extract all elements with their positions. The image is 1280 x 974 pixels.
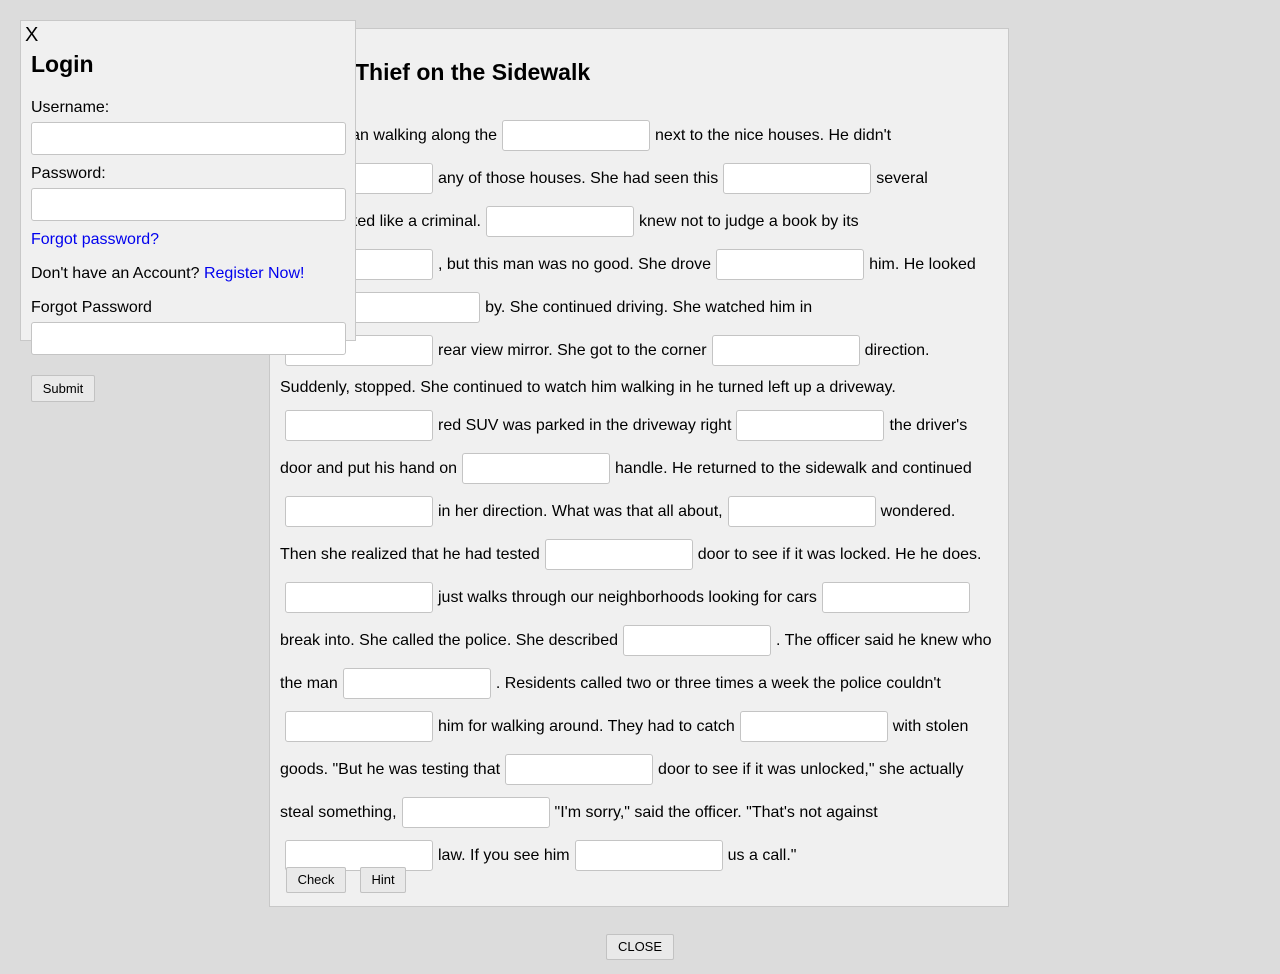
blank-input[interactable] <box>574 840 723 872</box>
exercise-text-segment: law. If you see him <box>438 847 570 864</box>
exercise-text-segment: wondered. <box>880 503 956 520</box>
blank-input[interactable] <box>711 335 860 367</box>
no-account-text: Don't have an Account? <box>31 265 200 282</box>
exercise-text-segment: him for walking around. They had to catc… <box>438 718 735 735</box>
exercise-text-segment: knew not to judge a book by its <box>638 213 859 230</box>
forgot-email-field[interactable] <box>31 322 346 355</box>
login-title: Login <box>31 51 94 77</box>
hint-button[interactable]: Hint <box>360 867 406 893</box>
blank-input[interactable] <box>623 625 771 657</box>
exercise-text-segment: in her direction. What was that all abou… <box>438 503 723 520</box>
exercise-line: goods. "But he was testing that door to s… <box>280 748 1002 791</box>
blank-input[interactable] <box>485 206 634 238</box>
exercise-text-segment: rear view mirror. She got to the corner <box>438 342 707 359</box>
blank-input[interactable] <box>285 410 433 442</box>
exercise-text-segment: by. She continued driving. She watched h… <box>485 299 813 316</box>
exercise-text-segment: handle. He returned to the sidewalk and … <box>615 460 972 477</box>
exercise-text-segment: break into. She called the police. She d… <box>280 632 618 649</box>
exercise-text-segment: , but this man was no good. She drove <box>438 256 712 273</box>
password-label: Password: <box>31 165 106 182</box>
register-link[interactable]: Register Now! <box>204 265 304 282</box>
blank-input[interactable] <box>285 496 433 528</box>
exercise-line: in her direction. What was that all abou… <box>280 490 1002 533</box>
blank-input[interactable] <box>723 163 872 195</box>
exercise-line: door and put his hand on handle. He retur… <box>280 447 1002 490</box>
exercise-line: d at the man walking along the next to th… <box>280 114 1002 157</box>
exercise-text-segment: red SUV was parked in the driveway right <box>438 417 732 434</box>
exercise-line: red SUV was parked in the driveway right… <box>280 404 1002 447</box>
exercise-line: any of those houses. She had seen this se… <box>280 157 1002 200</box>
exercise-text-segment: Suddenly, stopped. She continued to watc… <box>280 379 896 396</box>
exercise-text-segment: the driver's <box>889 417 968 434</box>
exercise-line: break into. She called the police. She d… <box>280 619 1002 662</box>
blank-input[interactable] <box>505 754 654 786</box>
exercise-text-segment: next to the nice houses. He didn't <box>655 127 892 144</box>
exercise-text-segment: door to see if it was locked. He he does… <box>697 546 982 563</box>
exercise-title: Thief on the Sidewalk <box>355 59 591 85</box>
exercise-line: Suddenly, stopped. She continued to watc… <box>280 372 1002 404</box>
submit-button[interactable]: Submit <box>31 375 95 402</box>
password-field[interactable] <box>31 188 346 221</box>
exercise-text-segment: steal something, <box>280 804 397 821</box>
register-prompt: Don't have an Account? Register Now! <box>31 265 304 283</box>
exercise-text-segment: just walks through our neighborhoods loo… <box>438 589 817 606</box>
forgot-password-link[interactable]: Forgot password? <box>31 231 159 249</box>
blank-input[interactable] <box>727 496 876 528</box>
blank-input[interactable] <box>502 120 651 152</box>
exercise-text-segment: with stolen <box>892 718 969 735</box>
exercise-panel: Thief on the Sidewalk d at the man walki… <box>269 28 1009 907</box>
blank-input[interactable] <box>462 453 611 485</box>
exercise-line: steal something, "I'm sorry," said the of… <box>280 791 1002 834</box>
blank-input[interactable] <box>739 711 888 743</box>
close-button[interactable]: CLOSE <box>606 934 674 960</box>
exercise-text-segment: goods. "But he was testing that <box>280 761 501 778</box>
blank-input[interactable] <box>736 410 885 442</box>
exercise-text-segment: the man <box>280 675 338 692</box>
exercise-text-segment: door and put his hand on <box>280 460 458 477</box>
exercise-text-segment: any of those houses. She had seen this <box>438 170 719 187</box>
exercise-text-segment: "I'm sorry," said the officer. "That's n… <box>554 804 878 821</box>
exercise-text-segment: several <box>876 170 928 187</box>
exercise-text-segment: direction. <box>864 342 930 359</box>
blank-input[interactable] <box>544 539 693 571</box>
exercise-text-segment: us a call." <box>727 847 797 864</box>
username-label: Username: <box>31 99 110 116</box>
login-popup: X Login Username: Password: Forgot passw… <box>20 20 356 355</box>
exercise-line: re. He looked like a criminal. knew not t… <box>280 200 1002 243</box>
exercise-line: rear view mirror. She got to the corner d… <box>280 329 1002 372</box>
exercise-text-segment: door to see if it was unlocked," she act… <box>658 761 964 778</box>
blank-input[interactable] <box>716 249 865 281</box>
exercise-text-segment: him. He looked <box>869 256 976 273</box>
blank-input[interactable] <box>285 711 433 743</box>
exercise-text: d at the man walking along the next to th… <box>280 114 1002 877</box>
exercise-line: just walks through our neighborhoods loo… <box>280 576 1002 619</box>
exercise-text-segment: . Residents called two or three times a … <box>495 675 941 692</box>
exercise-text-segment: . The officer said he knew who <box>776 632 992 649</box>
exercise-line: as sheby. She continued driving. She wat… <box>280 286 1002 329</box>
exercise-line: , but this man was no good. She drove him… <box>280 243 1002 286</box>
close-popup-icon[interactable]: X <box>25 25 38 45</box>
check-button[interactable]: Check <box>286 867 346 893</box>
blank-input[interactable] <box>401 797 550 829</box>
exercise-line: Then she realized that he had tested door… <box>280 533 1002 576</box>
blank-input[interactable] <box>285 582 433 614</box>
username-field[interactable] <box>31 122 346 155</box>
forgot-password-label: Forgot Password <box>31 299 152 316</box>
exercise-line: him for walking around. They had to catc… <box>280 705 1002 748</box>
blank-input[interactable] <box>342 668 491 700</box>
blank-input[interactable] <box>821 582 970 614</box>
exercise-line: the man . Residents called two or three t… <box>280 662 1002 705</box>
exercise-text-segment: Then she realized that he had tested <box>280 546 540 563</box>
